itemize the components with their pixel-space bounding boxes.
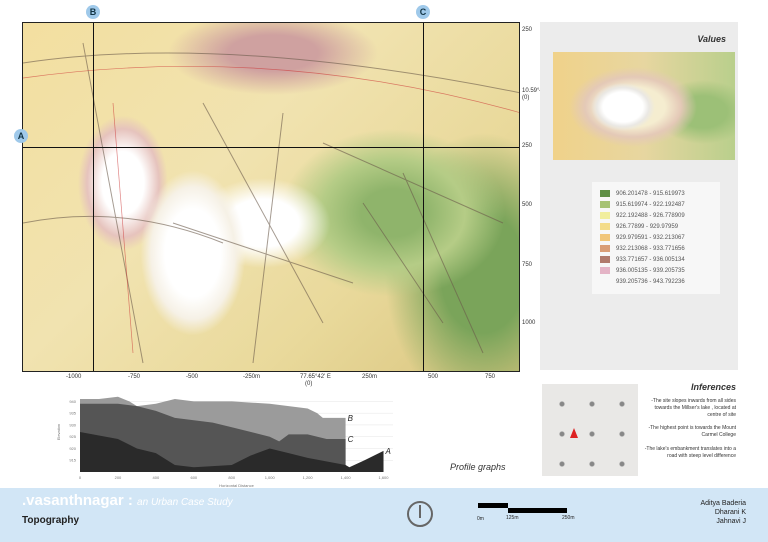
legend-item: 932.213068 - 933.771656 <box>600 243 712 254</box>
legend-label: 915.619974 - 922.192487 <box>616 201 685 208</box>
legend-swatch <box>600 201 610 208</box>
y-tick-label: 930 <box>69 422 76 427</box>
scale-bar-segment <box>478 503 508 508</box>
legend-label: 932.213068 - 933.771656 <box>616 245 685 252</box>
legend-label: 936.005135 - 939.205735 <box>616 267 685 274</box>
north-arrow-icon <box>407 501 433 527</box>
scale-bar-segment <box>508 508 567 513</box>
legend-item: 939.205736 - 943.792236 <box>600 276 712 287</box>
y-tick-label: 920 <box>69 446 76 451</box>
profile-graph-title: Profile graphs <box>450 462 506 472</box>
inferences-title: Inferences <box>690 382 736 392</box>
values-title: Values <box>697 34 726 44</box>
legend-swatch <box>600 190 610 197</box>
elevation-legend: 906.201478 - 915.619973 915.619974 - 922.… <box>592 182 720 294</box>
section-line-c <box>423 23 424 371</box>
x-tick: 750 <box>485 374 496 380</box>
y-tick: 250 <box>522 27 533 33</box>
section-line-b <box>93 23 94 371</box>
legend-swatch <box>600 212 610 219</box>
project-subtitle: an Urban Case Study <box>137 497 233 508</box>
x-tick-label: 1,000 <box>265 475 276 480</box>
x-tick-label: 400 <box>153 475 160 480</box>
road-network <box>23 42 519 364</box>
x-tick-label: 800 <box>228 475 235 480</box>
values-panel: Values 906.201478 - 915.619973 915.619974… <box>540 22 738 370</box>
x-tick-label: 200 <box>115 475 122 480</box>
section-line-a <box>23 147 519 148</box>
legend-item: 926.77899 - 929.97959 <box>600 221 712 232</box>
legend-item: 936.005135 - 939.205735 <box>600 265 712 276</box>
x-tick-label: 600 <box>190 475 197 480</box>
y-tick: 250 <box>522 143 533 149</box>
legend-label: 922.192488 - 926.778909 <box>616 212 685 219</box>
y-tick: 750 <box>522 262 533 268</box>
x-tick-label: 0 <box>79 475 82 480</box>
x-tick-label: 1,600 <box>379 475 390 480</box>
author-name: Aditya Baderia <box>700 500 746 507</box>
profile-label-c: C <box>348 435 354 444</box>
y-tick-label: 935 <box>69 411 76 416</box>
y-tick: 500 <box>522 202 533 208</box>
author-name: Dharani K <box>714 509 746 516</box>
values-thumbnail-map <box>553 52 735 160</box>
y-tick-label: 940 <box>69 399 76 404</box>
location-pin-icon <box>570 428 578 438</box>
inference-item: -The lake's embankment translates into a… <box>644 446 736 459</box>
scale-label: 250m <box>562 515 575 521</box>
legend-label: 906.201478 - 915.619973 <box>616 190 685 197</box>
y-tick: (0) <box>522 95 530 101</box>
section-marker-b: B <box>86 5 100 19</box>
legend-item: 929.979591 - 932.213067 <box>600 232 712 243</box>
project-title: .vasanthnagar : <box>22 492 133 509</box>
site-photo <box>542 384 638 476</box>
legend-label: 939.205736 - 943.792236 <box>616 278 685 285</box>
legend-item: 922.192488 - 926.778909 <box>600 210 712 221</box>
inference-item: -The highest point is towards the Mount … <box>648 425 736 438</box>
legend-swatch <box>600 278 610 285</box>
legend-item: 933.771657 - 936.005134 <box>600 254 712 265</box>
profile-graph: 915 920 925 930 935 940 0 200 400 600 800 1,000 1,20… <box>56 396 393 488</box>
inference-item: -The site slopes inwards from all sides … <box>651 398 736 418</box>
author-name: Jahnavi J <box>716 518 746 525</box>
legend-item: 906.201478 - 915.619973 <box>600 188 712 199</box>
legend-label: 926.77899 - 929.97959 <box>616 223 679 230</box>
legend-item: 915.619974 - 922.192487 <box>600 199 712 210</box>
section-title: Topography <box>22 515 80 526</box>
inferences-panel: Inferences -The site slopes inwards from… <box>540 378 738 482</box>
profile-label-a: A <box>385 447 391 456</box>
legend-swatch <box>600 223 610 230</box>
legend-swatch <box>600 256 610 263</box>
legend-label: 929.979591 - 932.213067 <box>616 234 685 241</box>
y-tick-label: 915 <box>69 458 76 463</box>
section-marker-a: A <box>14 129 28 143</box>
footer-bar: .vasanthnagar : an Urban Case Study Topo… <box>0 488 768 542</box>
section-marker-c: C <box>416 5 430 19</box>
legend-label: 933.771657 - 936.005134 <box>616 256 685 263</box>
legend-swatch <box>600 267 610 274</box>
profile-label-b: B <box>348 414 354 423</box>
legend-swatch <box>600 245 610 252</box>
x-tick-label: 1,400 <box>341 475 352 480</box>
topographic-map <box>22 22 520 372</box>
y-tick-label: 925 <box>69 434 76 439</box>
x-tick-label: 1,200 <box>303 475 314 480</box>
scale-label: 0m <box>477 516 484 522</box>
x-tick: 500 <box>428 374 439 380</box>
legend-swatch <box>600 234 610 241</box>
y-tick: 1000 <box>522 320 536 326</box>
scale-label: 125m <box>506 515 519 521</box>
y-axis-label: Elevation <box>56 424 61 440</box>
